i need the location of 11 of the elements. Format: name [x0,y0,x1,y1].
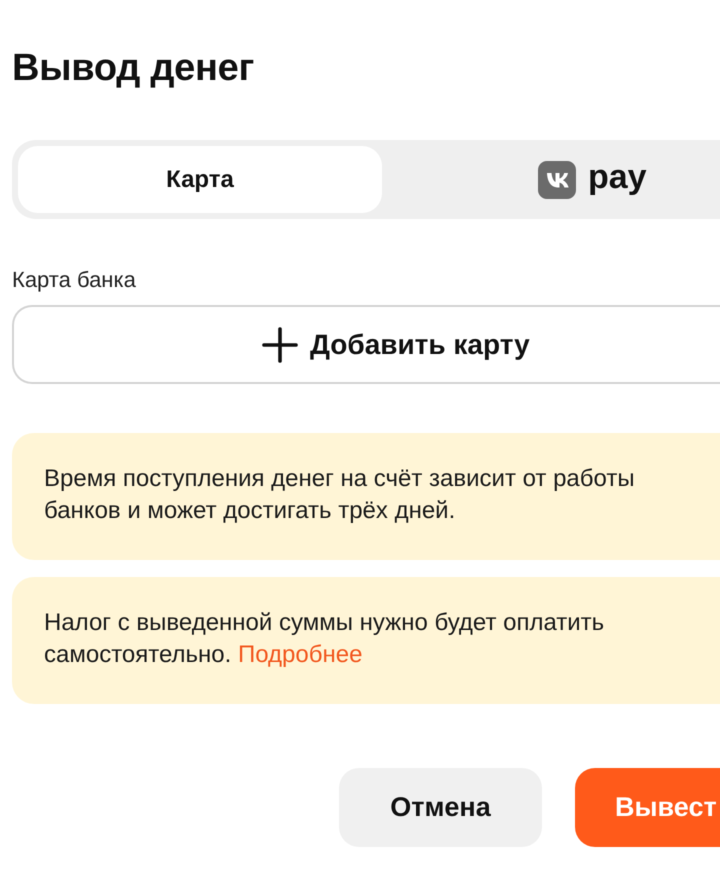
plus-icon [262,326,298,362]
tab-label: pay [588,160,647,198]
page-title: Вывод денег [12,46,254,91]
tab[interactable]: pay [408,146,720,213]
field-label: Карта банка [12,266,136,294]
notice-text: Налог с выведенной суммы нужно будет оплатить самостоятельно. Подробнее [44,608,606,670]
add-card-button[interactable]: Добавить карту [12,305,720,384]
cancel-button[interactable]: Отмена [339,768,542,847]
tab[interactable]: Карта [18,146,382,213]
notice-text: Время поступления денег на счёт зависит от работы банков и может достигать трёх дней. [44,464,636,526]
logo-icon [538,160,576,198]
